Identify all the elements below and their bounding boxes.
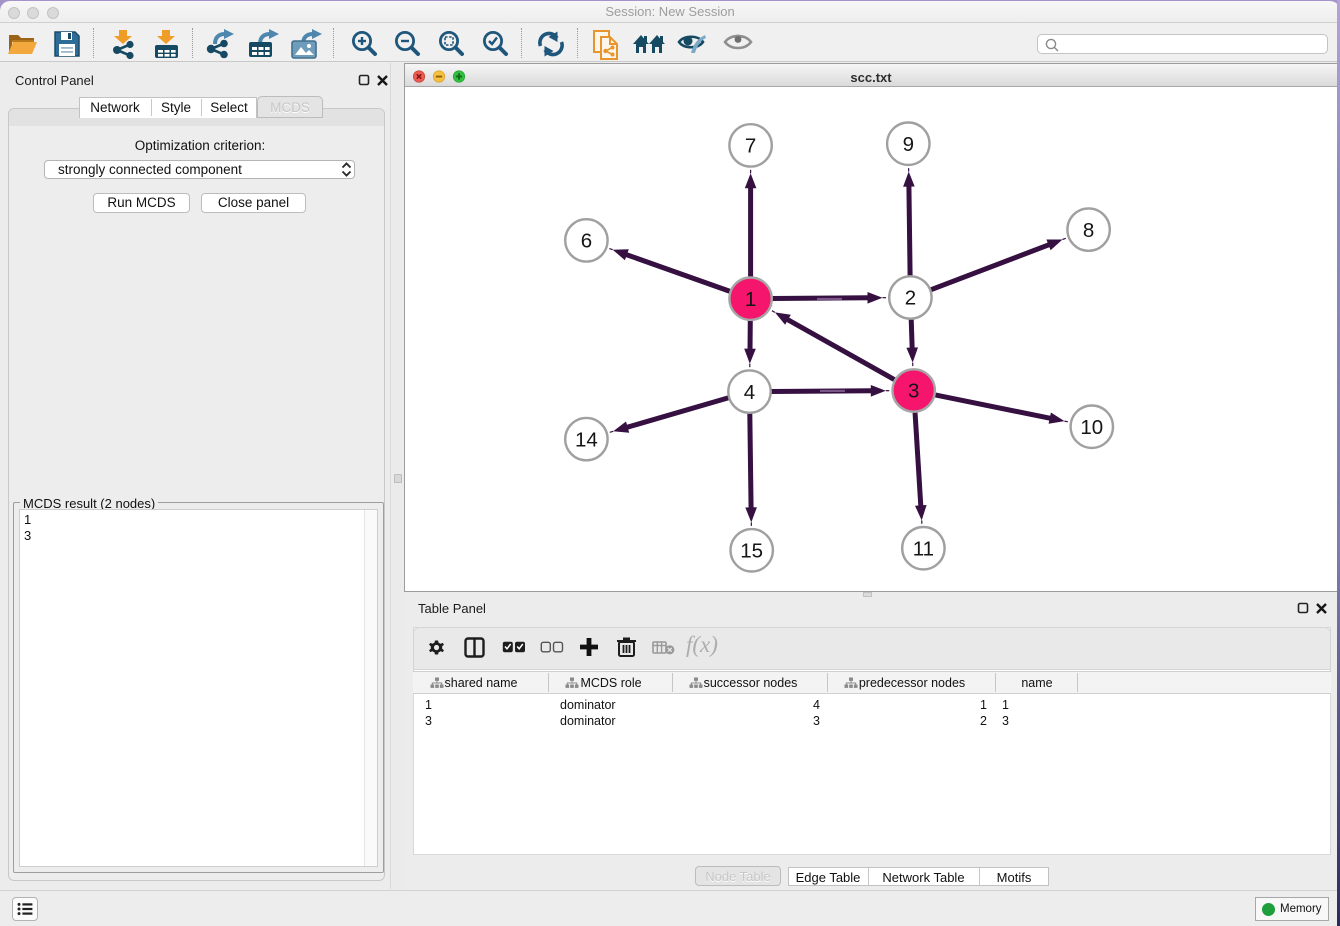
svg-text:14: 14 — [575, 428, 598, 451]
svg-text:11: 11 — [913, 537, 934, 560]
svg-text:2: 2 — [905, 287, 916, 310]
svg-text:8: 8 — [1083, 219, 1094, 242]
svg-text:3: 3 — [908, 380, 919, 403]
svg-text:4: 4 — [744, 381, 755, 404]
svg-text:1: 1 — [745, 288, 756, 311]
svg-text:9: 9 — [903, 133, 914, 156]
svg-text:7: 7 — [745, 135, 756, 158]
svg-text:6: 6 — [581, 230, 592, 253]
svg-text:15: 15 — [740, 540, 763, 563]
svg-text:10: 10 — [1080, 416, 1103, 439]
